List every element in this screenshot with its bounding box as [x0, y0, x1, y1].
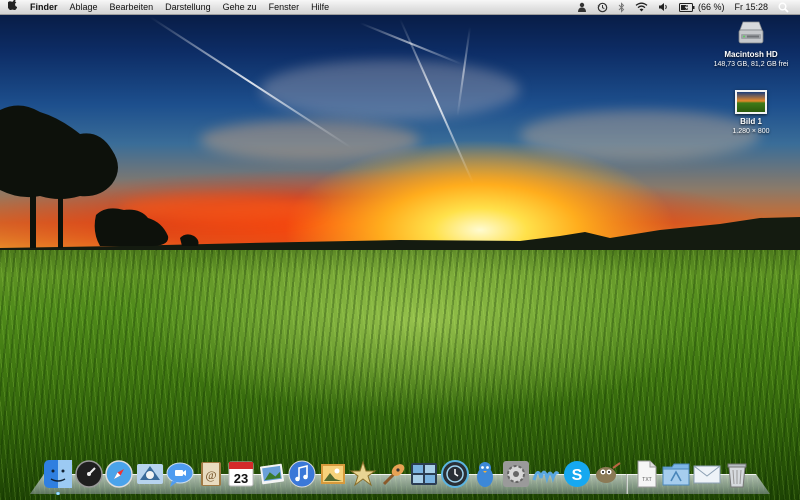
system-preferences-icon [502, 460, 530, 488]
menu-gehe-zu[interactable]: Gehe zu [217, 0, 263, 14]
battery-icon [678, 2, 695, 12]
dock-app-skype[interactable]: S [563, 460, 591, 488]
horizon-silhouette [0, 105, 800, 262]
preview-icon [319, 460, 347, 488]
svg-text:23: 23 [234, 471, 248, 486]
dock-app-finder[interactable] [44, 460, 72, 495]
gimp-icon [593, 460, 621, 488]
apple-logo-icon[interactable] [0, 0, 24, 15]
battery-percentage: (66 %) [697, 2, 725, 12]
dock-app-mail[interactable] [136, 460, 164, 488]
dock-app-spaces[interactable] [410, 460, 438, 488]
dock-app-garageband[interactable] [380, 460, 408, 488]
text-document-icon: TXT [632, 460, 660, 488]
desktop-icon-label: Macintosh HD [724, 50, 778, 59]
menu-hilfe[interactable]: Hilfe [305, 0, 335, 14]
dock-app-preview[interactable] [319, 460, 347, 488]
dock-stack-envelope[interactable] [693, 460, 721, 488]
envelope-icon [693, 460, 721, 488]
dock-app-ical[interactable]: 23 [227, 460, 255, 488]
desktop-icon-macintosh-hd[interactable]: Macintosh HD 148,73 GB, 81,2 GB frei [706, 18, 796, 69]
trash-icon [723, 460, 751, 488]
spaces-icon [410, 460, 438, 488]
time-machine-icon [440, 460, 469, 488]
running-indicator [56, 492, 60, 495]
skype-icon: S [563, 460, 591, 488]
time-machine-icon[interactable] [592, 2, 613, 13]
volume-icon[interactable] [653, 2, 674, 12]
safari-icon [105, 460, 133, 488]
dock-app-adium[interactable] [471, 460, 499, 488]
clock[interactable]: Fr 15:28 [729, 0, 773, 14]
spotlight-search-icon[interactable] [773, 2, 794, 13]
dashboard-icon [74, 460, 103, 488]
menu-darstellung[interactable]: Darstellung [159, 0, 217, 14]
ical-icon: 23 [227, 460, 255, 488]
svg-text:TXT: TXT [642, 477, 651, 483]
dock-app-safari[interactable] [105, 460, 133, 488]
desktop-wallpaper [0, 0, 800, 500]
dock-app-imovie[interactable] [349, 460, 377, 488]
applications-folder-icon [662, 460, 690, 488]
dock-app-ichat[interactable] [166, 460, 194, 488]
garageband-icon [380, 460, 408, 488]
dock-app-itunes[interactable] [288, 460, 316, 488]
handwriting-icon [532, 460, 560, 488]
dock-app-address-book[interactable]: @ [197, 460, 225, 488]
adium-icon [471, 460, 499, 488]
finder-icon [44, 460, 72, 488]
address-book-icon: @ [197, 460, 225, 488]
dock-app-system-preferences[interactable] [502, 460, 530, 488]
mail-icon [136, 460, 164, 488]
menu-bar: Finder Ablage Bearbeiten Darstellung Geh… [0, 0, 800, 15]
menu-finder[interactable]: Finder [24, 0, 64, 14]
image-file-icon [735, 90, 767, 114]
wifi-icon[interactable] [630, 2, 653, 12]
battery-status[interactable]: (66 %) [674, 0, 730, 14]
imovie-icon [349, 460, 377, 488]
itunes-icon [288, 460, 316, 488]
desktop-icon-sublabel: 1.280 × 800 [732, 128, 770, 135]
hard-disk-icon [736, 18, 766, 48]
menu-bearbeiten[interactable]: Bearbeiten [104, 0, 160, 14]
menu-ablage[interactable]: Ablage [64, 0, 104, 14]
dock-app-iphoto[interactable] [258, 460, 286, 488]
dock-app-time-machine[interactable] [440, 460, 469, 488]
desktop-icon-label: Bild 1 [740, 117, 762, 126]
dock-app-dashboard[interactable] [74, 460, 103, 488]
dock-stack-text-document[interactable]: TXT [632, 460, 660, 488]
bluetooth-icon[interactable] [613, 1, 630, 13]
iphoto-icon [258, 460, 286, 488]
svg-text:@: @ [205, 468, 216, 482]
dock-app-handwriting[interactable] [532, 460, 560, 488]
dock-app-gimp[interactable] [593, 460, 621, 488]
desktop-icon-sublabel: 148,73 GB, 81,2 GB frei [713, 61, 789, 68]
dock-stack-applications-folder[interactable] [662, 460, 690, 488]
dock-stack-trash[interactable] [723, 460, 751, 488]
menu-fenster[interactable]: Fenster [263, 0, 306, 14]
desktop-icon-bild-1[interactable]: Bild 1 1.280 × 800 [706, 90, 796, 136]
svg-text:S: S [571, 467, 582, 484]
ichat-icon [166, 460, 194, 488]
user-icon[interactable] [572, 2, 592, 12]
